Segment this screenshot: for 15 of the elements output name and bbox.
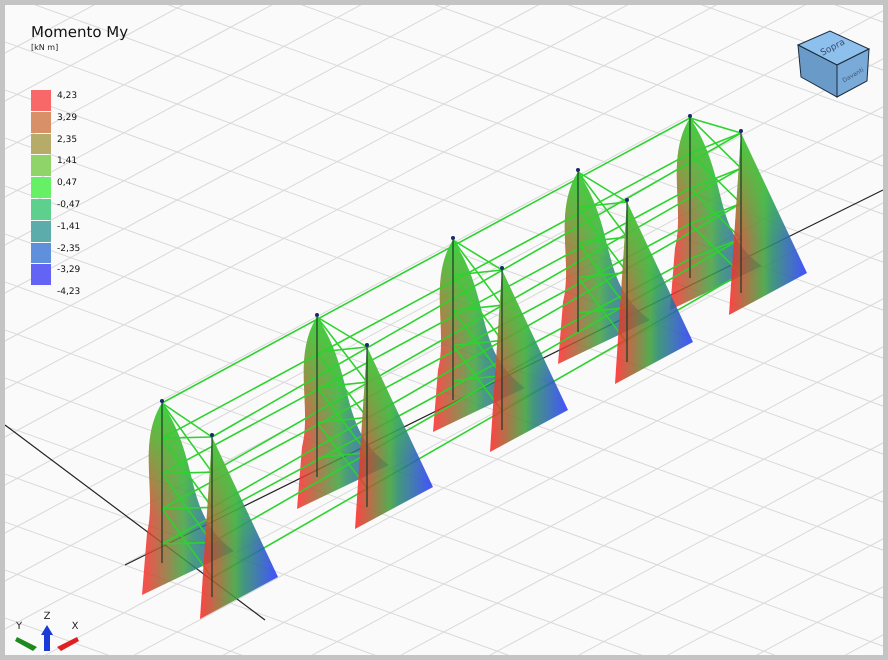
legend-value: 2,35 <box>57 134 78 147</box>
axis-label: Y <box>16 621 22 632</box>
legend-value: -4,23 <box>57 286 80 300</box>
legend-value: 0,47 <box>57 177 78 190</box>
legend-value: 1,41 <box>57 155 78 168</box>
legend-value: -0,47 <box>57 198 80 212</box>
legend-value: -3,29 <box>57 264 80 278</box>
legend-value: -2,35 <box>57 242 80 256</box>
legend-value: -1,41 <box>57 220 80 234</box>
legend-title: Momento My <box>31 23 128 41</box>
axis-label: Z <box>44 611 50 622</box>
legend-value: 4,23 <box>57 90 78 103</box>
legend-value: 3,29 <box>57 112 78 125</box>
legend-unit: [kN m] <box>31 43 60 52</box>
axis-label: X <box>72 621 78 632</box>
